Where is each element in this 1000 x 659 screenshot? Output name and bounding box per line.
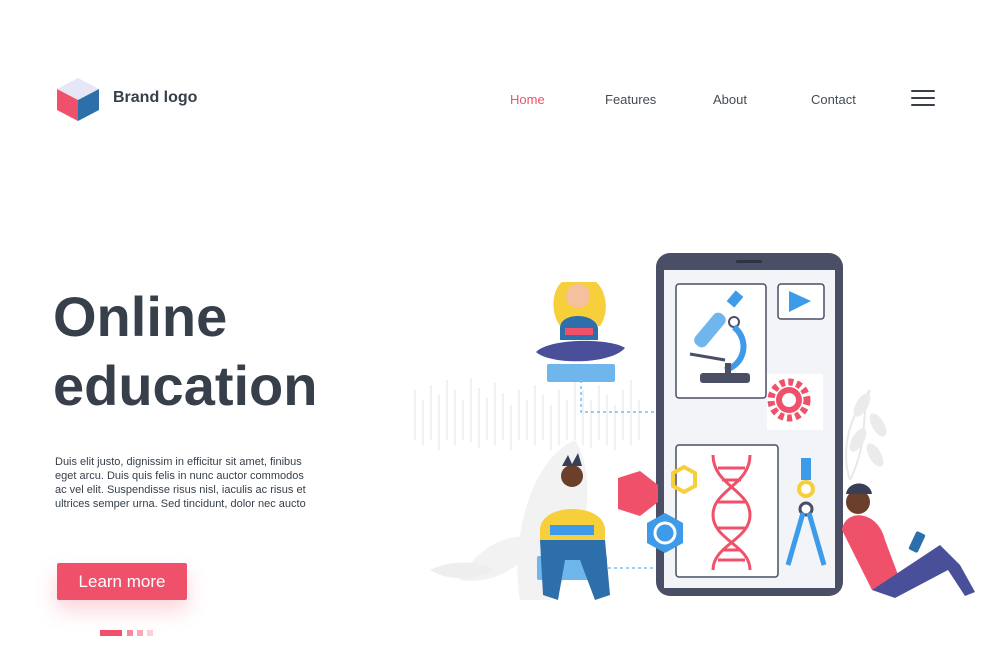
hero-description: Duis elit justo, dignissim in efficitur … bbox=[55, 456, 306, 510]
nav-features[interactable]: Features bbox=[605, 92, 656, 107]
hero-title: Online education bbox=[53, 282, 317, 420]
leaf-sprig bbox=[849, 393, 887, 467]
nav-home[interactable]: Home bbox=[510, 92, 545, 107]
nav-about[interactable]: About bbox=[713, 92, 747, 107]
woman-reading-figure bbox=[536, 282, 625, 382]
menu-bar bbox=[911, 97, 935, 99]
hero-title-line-1: Online bbox=[53, 285, 228, 348]
connector-line bbox=[580, 380, 658, 413]
learn-more-button[interactable]: Learn more bbox=[57, 563, 187, 600]
hero-title-line-2: education bbox=[53, 354, 318, 417]
pagination-dot[interactable] bbox=[137, 630, 143, 636]
hamburger-menu-icon[interactable] bbox=[911, 90, 935, 108]
menu-bar bbox=[911, 90, 935, 92]
menu-bar bbox=[911, 104, 935, 106]
hero-illustration bbox=[414, 253, 975, 600]
nav-contact[interactable]: Contact bbox=[811, 92, 856, 107]
pagination-dot[interactable] bbox=[127, 630, 133, 636]
phone-mockup bbox=[656, 253, 843, 596]
background-bars bbox=[414, 378, 640, 450]
brand-name[interactable]: Brand logo bbox=[113, 89, 197, 107]
pagination-dot-active[interactable] bbox=[100, 630, 122, 636]
brand-logo-icon[interactable] bbox=[55, 76, 101, 122]
man-reading-phone-figure bbox=[842, 483, 975, 598]
hexagon-icon bbox=[618, 471, 658, 516]
pagination-dot[interactable] bbox=[147, 630, 153, 636]
